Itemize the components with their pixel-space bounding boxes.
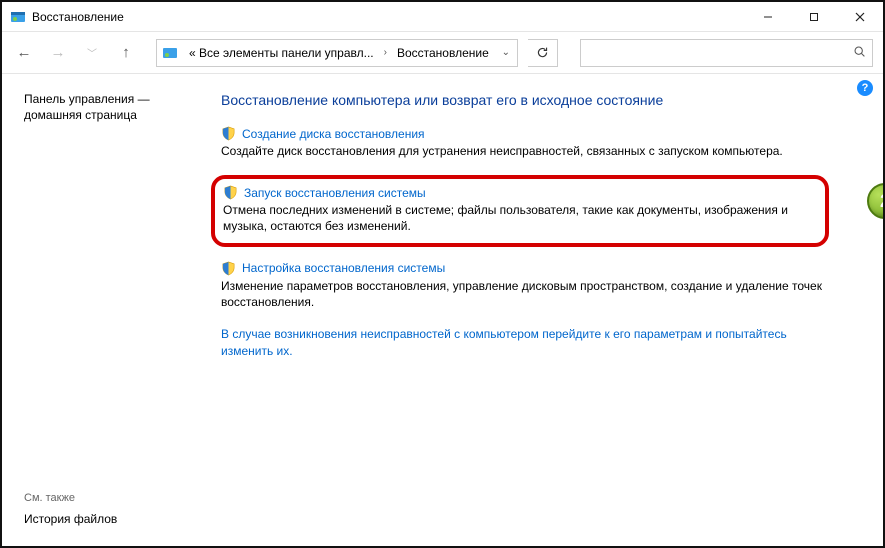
shield-icon bbox=[221, 261, 236, 276]
address-dropdown-icon[interactable]: ⌄ bbox=[495, 47, 517, 58]
annotation-highlight: Запуск восстановления системы Отмена пос… bbox=[211, 175, 829, 246]
refresh-button[interactable] bbox=[528, 39, 558, 67]
body: Панель управления — домашняя страница См… bbox=[2, 74, 883, 546]
annotation-badge-2: 2 bbox=[867, 183, 883, 219]
recovery-item-system-restore: Запуск восстановления системы Отмена пос… bbox=[221, 175, 859, 246]
recovery-app-icon bbox=[10, 9, 26, 25]
shield-icon bbox=[223, 185, 238, 200]
address-bar[interactable]: « Все элементы панели управл... › Восста… bbox=[156, 39, 518, 67]
system-restore-desc: Отмена последних изменений в системе; фа… bbox=[223, 202, 815, 234]
nav-up-button[interactable]: ↑ bbox=[114, 41, 138, 65]
recovery-item-create-drive: Создание диска восстановления Создайте д… bbox=[221, 126, 859, 159]
nav-forward-button[interactable]: → bbox=[46, 41, 70, 65]
shield-icon bbox=[221, 126, 236, 141]
create-recovery-drive-link[interactable]: Создание диска восстановления bbox=[242, 127, 425, 141]
sidebar: Панель управления — домашняя страница См… bbox=[2, 74, 197, 546]
close-button[interactable] bbox=[837, 2, 883, 31]
configure-restore-link[interactable]: Настройка восстановления системы bbox=[242, 261, 445, 275]
help-badge[interactable]: ? bbox=[857, 80, 873, 96]
recovery-item-configure-restore: Настройка восстановления системы Изменен… bbox=[221, 261, 859, 310]
troubleshoot-link[interactable]: В случае возникновения неисправностей с … bbox=[221, 326, 821, 360]
page-title: Восстановление компьютера или возврат ег… bbox=[221, 92, 859, 108]
window: Восстановление ← → ﹀ ↑ « Все элементы па… bbox=[0, 0, 885, 548]
search-input[interactable] bbox=[587, 46, 853, 60]
titlebar: Восстановление bbox=[2, 2, 883, 32]
search-icon[interactable] bbox=[853, 45, 866, 61]
window-title: Восстановление bbox=[32, 10, 745, 24]
breadcrumb-seg-1[interactable]: « Все элементы панели управл... bbox=[183, 40, 380, 66]
breadcrumb-seg-2[interactable]: Восстановление bbox=[391, 40, 495, 66]
main-content: ? Восстановление компьютера или возврат … bbox=[197, 74, 883, 546]
create-recovery-drive-desc: Создайте диск восстановления для устране… bbox=[221, 143, 859, 159]
file-history-link[interactable]: История файлов bbox=[24, 512, 185, 526]
configure-restore-desc: Изменение параметров восстановления, упр… bbox=[221, 278, 859, 310]
system-restore-link[interactable]: Запуск восстановления системы bbox=[244, 186, 426, 200]
recovery-path-icon bbox=[159, 42, 181, 64]
maximize-button[interactable] bbox=[791, 2, 837, 31]
nav-back-button[interactable]: ← bbox=[12, 41, 36, 65]
chevron-right-icon[interactable]: › bbox=[380, 47, 391, 58]
toolbar: ← → ﹀ ↑ « Все элементы панели управл... … bbox=[2, 32, 883, 74]
nav-recent-dropdown[interactable]: ﹀ bbox=[80, 41, 104, 65]
window-controls bbox=[745, 2, 883, 31]
see-also-label: См. также bbox=[24, 492, 185, 504]
search-box[interactable] bbox=[580, 39, 873, 67]
sidebar-footer: См. также История файлов bbox=[24, 492, 185, 532]
sidebar-home-link[interactable]: Панель управления — домашняя страница bbox=[24, 92, 185, 123]
minimize-button[interactable] bbox=[745, 2, 791, 31]
